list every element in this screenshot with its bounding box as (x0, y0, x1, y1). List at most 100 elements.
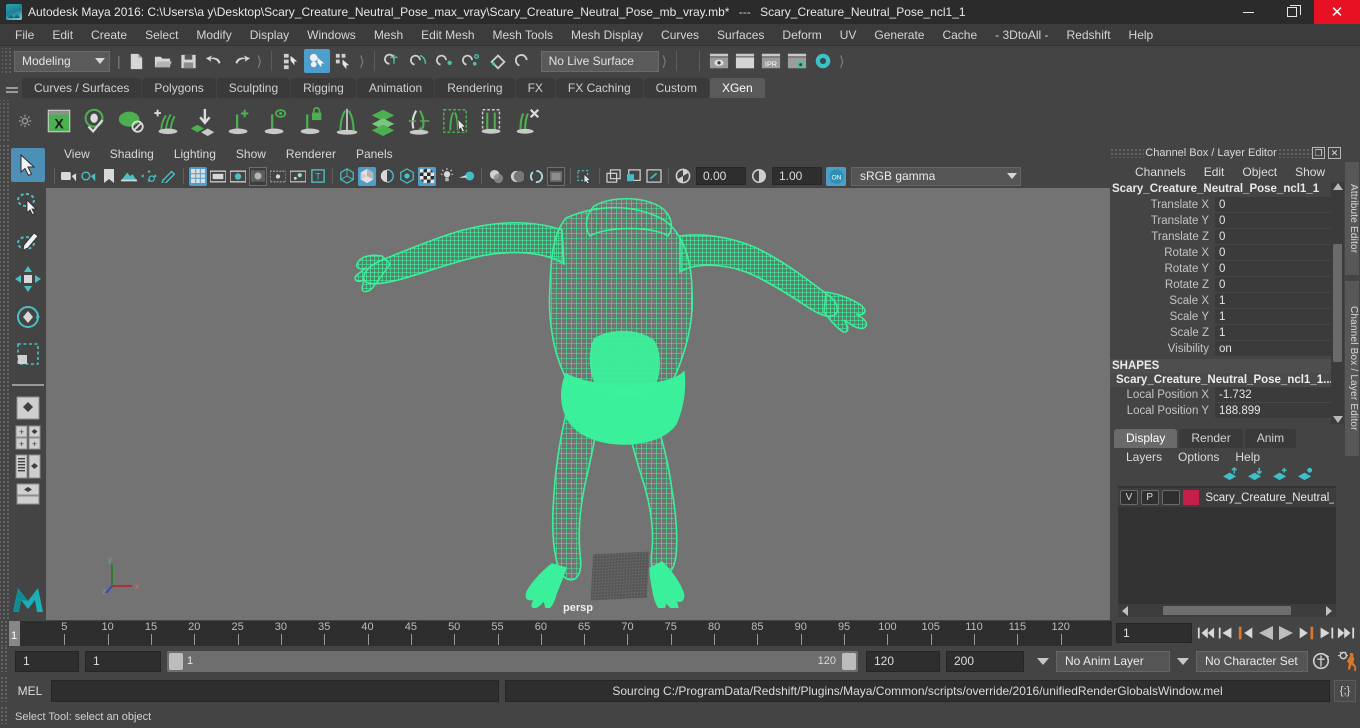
menu-windows[interactable]: Windows (298, 24, 365, 46)
current-time-indicator[interactable]: 1 (9, 620, 20, 646)
menu-redshift[interactable]: Redshift (1058, 24, 1120, 46)
outliner-persp-layout[interactable] (10, 454, 46, 480)
xgen-clump-icon[interactable] (474, 104, 508, 138)
viewport-menu-panels[interactable]: Panels (346, 144, 403, 164)
xgen-length-icon[interactable] (402, 104, 436, 138)
motion-blur-icon[interactable] (527, 167, 545, 186)
channel-value-field[interactable]: 1 (1215, 293, 1331, 309)
default-light-icon[interactable] (458, 167, 476, 186)
make-live-icon[interactable] (511, 49, 537, 73)
snap-to-grid-icon[interactable] (381, 49, 407, 73)
channel-value-field[interactable]: 0 (1215, 213, 1331, 229)
channel-row[interactable]: Translate X 0 (1110, 197, 1331, 213)
ipr-render-icon[interactable]: IPR (758, 49, 784, 73)
color-management-dropdown[interactable]: sRGB gamma (851, 166, 1021, 186)
menu-curves[interactable]: Curves (652, 24, 708, 46)
shelf-tab-rendering[interactable]: Rendering (435, 78, 515, 98)
animation-preferences-icon[interactable] (1334, 649, 1360, 673)
new-scene-icon[interactable] (124, 49, 150, 73)
menu-edit-mesh[interactable]: Edit Mesh (412, 24, 483, 46)
play-forwards-icon[interactable] (1276, 622, 1296, 644)
select-by-component-icon[interactable] (330, 49, 356, 73)
3d-viewport[interactable]: y x z persp (46, 188, 1110, 620)
character-set-chevron-icon[interactable] (1177, 657, 1189, 665)
layer-tab-display[interactable]: Display (1114, 429, 1178, 448)
channel-value-field[interactable]: on (1215, 341, 1331, 357)
camera-attributes-icon[interactable] (80, 167, 98, 186)
animation-end-field[interactable]: 200 (946, 650, 1024, 672)
channelbox-menu-edit[interactable]: Edit (1195, 162, 1234, 182)
viewport-menu-lighting[interactable]: Lighting (164, 144, 226, 164)
lasso-select-tool[interactable] (11, 186, 45, 220)
xgen-lock-guide-icon[interactable] (294, 104, 328, 138)
menu-mesh-display[interactable]: Mesh Display (562, 24, 652, 46)
channel-row[interactable]: Rotate X 0 (1110, 245, 1331, 261)
step-back-frame-icon[interactable] (1236, 622, 1256, 644)
gamma-field[interactable]: 1.00 (772, 167, 822, 185)
undock-icon[interactable]: ❐ (1312, 147, 1325, 159)
channel-row[interactable]: Scale X 1 (1110, 293, 1331, 309)
hardware-texturing-icon[interactable] (418, 166, 436, 186)
time-slider-grip[interactable] (0, 620, 9, 646)
shelf-tab-animation[interactable]: Animation (356, 78, 435, 98)
scroll-down-icon[interactable] (1332, 416, 1343, 423)
isolate-select-icon[interactable] (576, 167, 594, 186)
range-slider-grip[interactable] (0, 646, 9, 672)
menu-3dtoall[interactable]: - 3DtoAll - (986, 24, 1057, 46)
close-button[interactable]: ✕ (1314, 0, 1360, 24)
scroll-left-icon[interactable] (1122, 605, 1128, 616)
channel-row[interactable]: Visibility on (1110, 341, 1331, 357)
single-perspective-layout[interactable] (10, 396, 46, 422)
new-layer-from-selected-icon[interactable] (1297, 467, 1314, 484)
channel-row[interactable]: Local Position X -1.732 (1110, 387, 1331, 403)
layer-list-horizontal-scrollbar[interactable] (1118, 604, 1336, 617)
scroll-up-icon[interactable] (1332, 183, 1343, 190)
channel-row[interactable]: Rotate Z 0 (1110, 277, 1331, 293)
help-line-grip[interactable] (0, 706, 9, 724)
select-by-object-icon[interactable] (304, 49, 331, 73)
channelbox-menu-object[interactable]: Object (1233, 162, 1286, 182)
persp-graph-layout[interactable] (10, 483, 46, 505)
menu-deform[interactable]: Deform (773, 24, 830, 46)
shelf-tab-xgen[interactable]: XGen (709, 78, 765, 98)
select-camera-icon[interactable] (60, 167, 78, 186)
go-to-end-icon[interactable] (1336, 622, 1356, 644)
channel-value-field[interactable]: 0 (1215, 261, 1331, 277)
channel-value-field[interactable]: 0 (1215, 245, 1331, 261)
shelf-tab-sculpting[interactable]: Sculpting (216, 78, 291, 98)
layer-menu-layers[interactable]: Layers (1118, 448, 1170, 466)
xgen-select-region-icon[interactable] (438, 104, 472, 138)
viewport-menu-show[interactable]: Show (226, 144, 276, 164)
xgen-place-icon[interactable] (186, 104, 220, 138)
shelf-tab-fx-caching[interactable]: FX Caching (555, 78, 643, 98)
layer-tab-render[interactable]: Render (1179, 429, 1243, 448)
save-scene-icon[interactable] (176, 49, 202, 73)
xgen-preview-icon[interactable] (78, 104, 112, 138)
shelf-tab-rigging[interactable]: Rigging (291, 78, 356, 98)
film-gate-icon[interactable] (209, 167, 227, 186)
four-view-layout[interactable]: + + + (10, 425, 46, 451)
smooth-shade-selected-icon[interactable] (378, 167, 396, 186)
menu-set-dropdown[interactable]: Modeling (14, 50, 110, 72)
exposure-icon[interactable] (289, 167, 307, 186)
channel-value-field[interactable]: 1 (1215, 309, 1331, 325)
channel-value-field[interactable]: 0 (1215, 197, 1331, 213)
move-layer-up-icon[interactable] (1222, 466, 1239, 484)
command-input[interactable] (51, 680, 499, 702)
go-to-start-icon[interactable] (1196, 622, 1216, 644)
xgen-sphere-icon[interactable] (114, 104, 148, 138)
redo-icon[interactable] (228, 49, 254, 73)
menu-uv[interactable]: UV (831, 24, 866, 46)
channel-value-field[interactable]: -1.732 (1215, 387, 1331, 403)
side-tab-attribute-editor[interactable]: Attribute Editor (1345, 162, 1359, 276)
channel-row[interactable]: Translate Y 0 (1110, 213, 1331, 229)
layer-menu-help[interactable]: Help (1227, 448, 1268, 466)
channel-value-field[interactable]: 0 (1215, 277, 1331, 293)
menu-display[interactable]: Display (241, 24, 298, 46)
xray-icon[interactable]: T (309, 167, 327, 186)
gate-mask-icon[interactable] (249, 166, 267, 186)
panel-zoom-icon[interactable] (645, 167, 663, 186)
wireframe-shading-icon[interactable] (338, 167, 356, 186)
hypershade-icon[interactable] (810, 49, 836, 73)
layer-tab-anim[interactable]: Anim (1244, 429, 1297, 448)
